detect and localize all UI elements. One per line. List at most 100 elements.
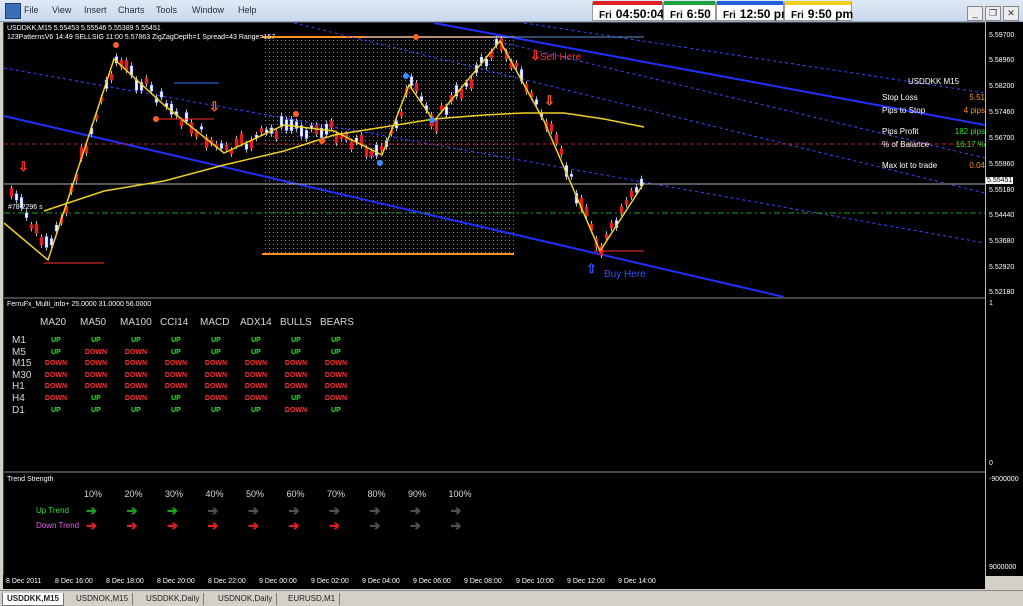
info-row-balance: % of Balance 16.17 % [882, 140, 985, 149]
indicator-cell: DOWN [124, 360, 148, 368]
indicator-cell: DOWN [84, 348, 108, 356]
indicator-axis-tick: 0 [989, 460, 993, 467]
trend-percent: 80% [367, 489, 386, 499]
indicator-cell: DOWN [164, 383, 188, 391]
info-title-text: USDDKK M15 [907, 77, 960, 86]
trend-percent: 50% [246, 489, 265, 499]
candle-body [24, 212, 29, 219]
tab-usddkk-m15[interactable]: USDDKK,M15 [2, 593, 65, 606]
time-axis[interactable]: 8 Dec 2011 8 Dec 16:00 8 Dec 18:00 8 Dec… [3, 575, 985, 589]
indicator-cell: DOWN [204, 383, 228, 391]
trend-strength-pane[interactable]: Trend Strength Up Trend Down Trend [3, 472, 986, 576]
chart-pattern-header: 123PatternsV6 14:49 SELLSIG 11:00 5.5786… [7, 34, 276, 41]
minimize-icon[interactable]: _ [967, 6, 983, 21]
trend-axis: -9000000 9000000 [985, 472, 1023, 576]
candle-body [554, 134, 559, 144]
menu-help[interactable]: Help [238, 5, 257, 15]
candle-body [609, 222, 614, 229]
up-trend-arrow-icon: ➔ [369, 503, 381, 518]
indicator-cell: UP [331, 337, 341, 344]
trend-percent: 30% [165, 489, 184, 499]
timeframe-label: H1 [12, 381, 25, 393]
time-tick: 8 Dec 22:00 [208, 578, 246, 585]
menu-tools[interactable]: Tools [156, 5, 177, 15]
candle-body [369, 151, 374, 157]
indicator-header: MA20 [40, 317, 67, 328]
restore-icon[interactable]: ❐ [985, 6, 1001, 21]
tab-usddkk-daily[interactable]: USDDKK,Daily [142, 593, 205, 605]
tab-usdnok-m15[interactable]: USDNOK,M15 [72, 593, 134, 605]
time-tick: 9 Dec 14:00 [618, 578, 656, 585]
indicator-cell: UP [251, 406, 261, 414]
candle-body [569, 173, 574, 178]
price-chart-pane[interactable]: USDDKK,M15 5.55453 5.55546 5.55389 5.554… [3, 22, 986, 298]
candle-body [44, 235, 49, 248]
trend-percent: 10% [84, 489, 103, 499]
indicator-header: CCI14 [160, 317, 189, 328]
time-tick: 8 Dec 16:00 [55, 578, 93, 585]
trend-axis-tick: 9000000 [989, 564, 1017, 571]
candle-body [624, 199, 629, 205]
indicator-cell: DOWN [324, 371, 348, 379]
indicator-cell: DOWN [244, 383, 268, 391]
price-tick: 5.58960 [989, 57, 1015, 64]
candle-body [29, 224, 34, 229]
candle-body [604, 234, 609, 239]
indicator-cell: DOWN [324, 395, 348, 402]
candle-body [109, 73, 114, 81]
down-trend-arrow-icon: ➔ [167, 518, 178, 533]
time-tick: 9 Dec 04:00 [362, 578, 400, 585]
price-tick: 5.59700 [989, 32, 1015, 39]
menu-view[interactable]: View [52, 5, 71, 15]
swing-dot-5 [413, 34, 419, 40]
sell-here-label: Sell Here [540, 52, 582, 63]
indicator-cell: DOWN [284, 371, 308, 379]
price-axis[interactable]: 5.59700 5.58960 5.58200 5.57460 5.56700 … [985, 22, 1023, 298]
info-row-stop-loss: Stop Loss 5.51 [882, 93, 985, 102]
price-tick: 5.57460 [989, 109, 1015, 116]
clock-3-day: Fri [723, 10, 736, 21]
down-trend-arrow-icon: ➔ [369, 518, 381, 533]
indicator-cell: DOWN [124, 395, 148, 402]
time-tick: 9 Dec 02:00 [311, 578, 349, 585]
indicator-cell: DOWN [164, 360, 188, 368]
price-chart-svg [4, 23, 985, 297]
info-value: 5.51 [969, 93, 985, 102]
chart-left-label: #78 2296 s [8, 204, 43, 211]
candle-body [34, 223, 39, 234]
menu-charts[interactable]: Charts [118, 5, 145, 15]
indicator-cell: DOWN [324, 383, 348, 391]
time-tick: 9 Dec 12:00 [567, 578, 605, 585]
tab-usdnok-daily[interactable]: USDNOK,Daily [214, 593, 278, 605]
candle-body [559, 148, 564, 155]
swing-dot-3 [293, 111, 299, 117]
time-tick: 9 Dec 06:00 [413, 578, 451, 585]
info-label: Stop Loss [882, 93, 918, 102]
candle-body [39, 237, 44, 246]
menu-file[interactable]: File [24, 5, 39, 15]
info-row-pips-profit: Pips Profit 182 pips [882, 127, 985, 136]
clock-1: Fri 04:50:04 [592, 1, 664, 21]
menu-window[interactable]: Window [192, 5, 224, 15]
candle-body [234, 138, 239, 147]
indicator-cell: DOWN [244, 360, 268, 368]
tab-eurusd-m1[interactable]: EURUSD,M1 [284, 593, 341, 605]
timeframe-label: M5 [12, 346, 26, 358]
indicator-cell: UP [91, 395, 101, 402]
down-trend-arrow-icon: ➔ [288, 518, 300, 533]
chart-symbol-header: USDDKK,M15 5.55453 5.55546 5.55389 5.554… [7, 25, 161, 32]
menu-insert[interactable]: Insert [84, 5, 107, 15]
swing-dot-2 [153, 116, 159, 122]
indicator-cell: UP [91, 406, 101, 414]
indicator-header: BULLS [280, 317, 312, 328]
candle-body [224, 144, 229, 150]
clock-2-bar [664, 1, 715, 5]
candle-body [469, 79, 474, 89]
candle-body [414, 82, 419, 92]
close-icon[interactable]: ✕ [1003, 6, 1019, 21]
candle-body [399, 111, 404, 117]
info-label: Pips Profit [882, 127, 919, 136]
info-title: USDDKK M15 [882, 77, 985, 86]
down-trend-label: Down Trend [36, 521, 80, 530]
clock-1-bar [593, 1, 662, 5]
